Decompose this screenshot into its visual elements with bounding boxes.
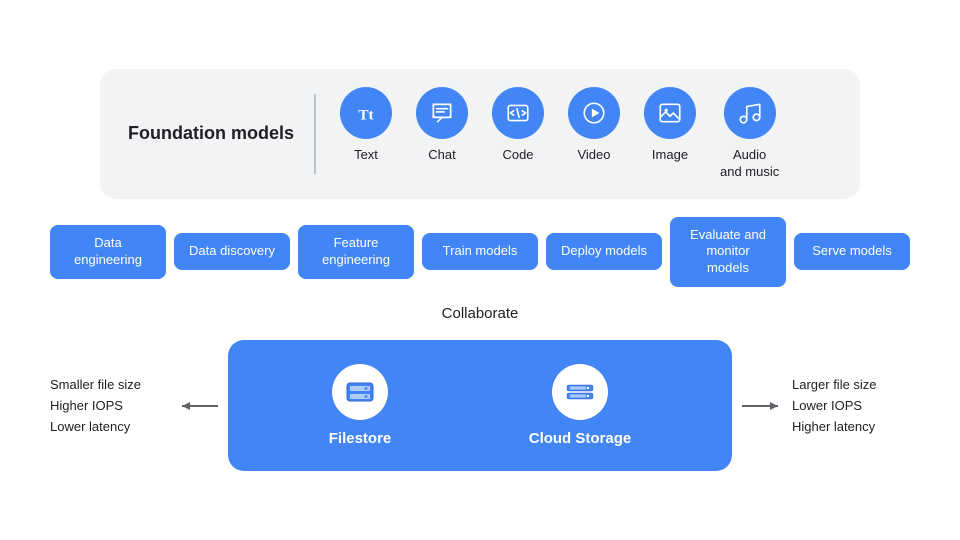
code-icon <box>492 87 544 139</box>
storage-box: Filestore Cloud Storage <box>228 340 732 471</box>
model-icons: Tt Text Chat <box>340 87 779 181</box>
storage-right-labels: Larger file size Lower IOPS Higher laten… <box>780 377 910 434</box>
pipeline-data-discovery[interactable]: Data discovery <box>174 233 290 270</box>
filestore-icon <box>343 375 377 409</box>
filestore-icon-circle <box>332 364 388 420</box>
left-arrow-container <box>180 399 220 413</box>
model-item-chat: Chat <box>416 87 468 164</box>
model-label-audio: Audio and music <box>720 147 779 181</box>
model-item-text: Tt Text <box>340 87 392 164</box>
chat-icon <box>416 87 468 139</box>
arrow-right-icon <box>740 399 780 413</box>
model-label-code: Code <box>502 147 533 164</box>
svg-text:Tt: Tt <box>358 106 373 123</box>
pipeline-feature-engineering[interactable]: Feature engineering <box>298 225 414 279</box>
pipeline-serve-models[interactable]: Serve models <box>794 233 910 270</box>
model-label-chat: Chat <box>428 147 455 164</box>
model-label-image: Image <box>652 147 688 164</box>
text-icon: Tt <box>340 87 392 139</box>
collaborate-label: Collaborate <box>442 305 519 322</box>
pipeline-evaluate-monitor[interactable]: Evaluate and monitor models <box>670 217 786 288</box>
image-icon <box>644 87 696 139</box>
cloud-storage-icon-circle <box>552 364 608 420</box>
label-higher-iops: Higher IOPS <box>50 398 172 413</box>
foundation-divider <box>314 94 316 174</box>
model-label-text: Text <box>354 147 378 164</box>
cloud-storage-icon <box>563 375 597 409</box>
label-smaller-file-size: Smaller file size <box>50 377 172 392</box>
video-icon <box>568 87 620 139</box>
filestore-item: Filestore <box>329 364 392 447</box>
model-item-audio: Audio and music <box>720 87 779 181</box>
storage-section: Smaller file size Higher IOPS Lower late… <box>50 340 910 471</box>
label-larger-file-size: Larger file size <box>792 377 910 392</box>
model-item-image: Image <box>644 87 696 164</box>
model-item-video: Video <box>568 87 620 164</box>
pipeline-train-models[interactable]: Train models <box>422 233 538 270</box>
main-container: Foundation models Tt Text <box>20 69 940 471</box>
arrow-left-icon <box>180 399 220 413</box>
audio-icon <box>724 87 776 139</box>
cloud-storage-label: Cloud Storage <box>529 430 632 447</box>
label-lower-iops: Lower IOPS <box>792 398 910 413</box>
pipeline-deploy-models[interactable]: Deploy models <box>546 233 662 270</box>
label-lower-latency: Lower latency <box>50 419 172 434</box>
cloud-storage-item: Cloud Storage <box>529 364 632 447</box>
foundation-section: Foundation models Tt Text <box>100 69 860 199</box>
foundation-title: Foundation models <box>128 122 314 145</box>
model-item-code: Code <box>492 87 544 164</box>
filestore-label: Filestore <box>329 430 392 447</box>
pipeline-data-engineering[interactable]: Data engineering <box>50 225 166 279</box>
model-label-video: Video <box>577 147 610 164</box>
storage-left-labels: Smaller file size Higher IOPS Lower late… <box>50 377 180 434</box>
right-arrow-container <box>740 399 780 413</box>
label-higher-latency: Higher latency <box>792 419 910 434</box>
pipeline-row: Data engineering Data discovery Feature … <box>50 217 910 288</box>
